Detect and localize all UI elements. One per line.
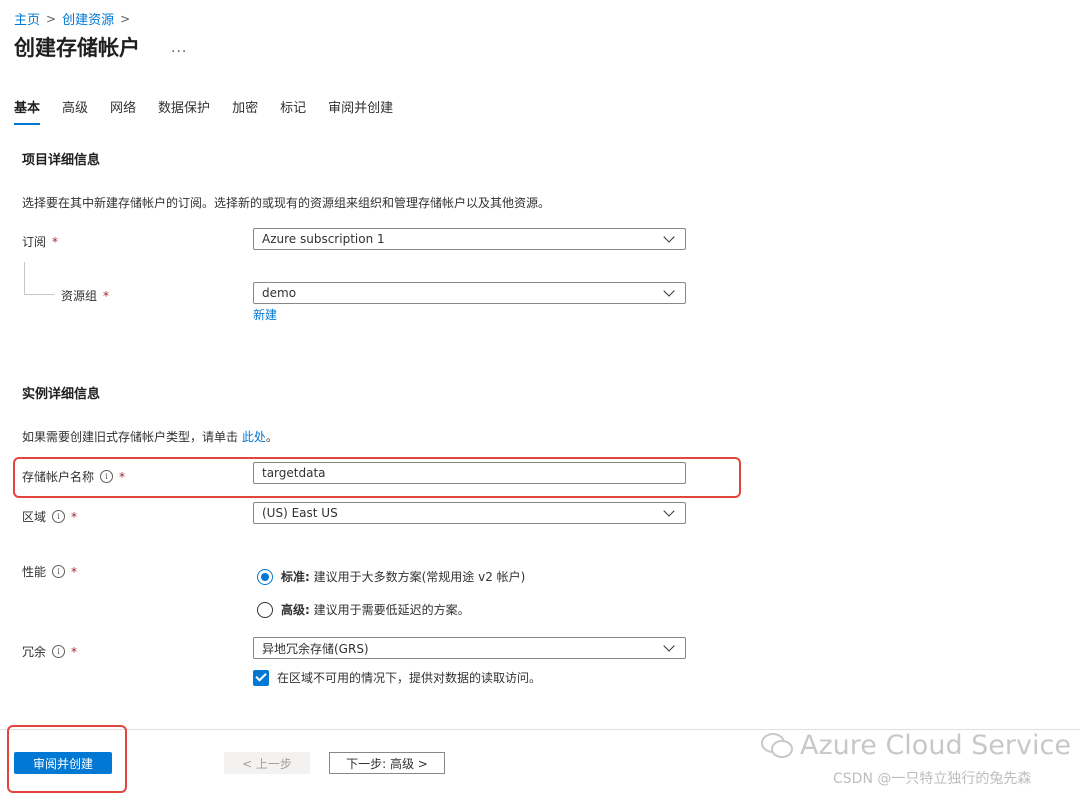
- tree-connector: [24, 262, 25, 294]
- resource-group-dropdown[interactable]: demo: [253, 282, 686, 304]
- legacy-desc-text: 如果需要创建旧式存储帐户类型，请单击: [22, 430, 239, 444]
- subscription-label: 订阅 *: [22, 233, 58, 250]
- read-access-label: 在区域不可用的情况下，提供对数据的读取访问。: [277, 671, 542, 685]
- project-details-heading: 项目详细信息: [22, 153, 101, 168]
- tab-encryption[interactable]: 加密: [232, 97, 258, 125]
- previous-button[interactable]: < 上一步: [224, 752, 310, 774]
- storage-account-name-input[interactable]: targetdata: [253, 462, 686, 484]
- wechat-icon: [761, 732, 793, 758]
- tab-review-create[interactable]: 审阅并创建: [328, 97, 393, 125]
- performance-label-text: 性能: [22, 565, 47, 579]
- storage-account-name-value: targetdata: [262, 466, 326, 480]
- resource-group-label-text: 资源组: [61, 289, 98, 303]
- redundancy-label-text: 冗余: [22, 645, 47, 659]
- radio-dot: [261, 572, 269, 581]
- region-dropdown[interactable]: (US) East US: [253, 502, 686, 524]
- tab-advanced[interactable]: 高级: [62, 97, 88, 125]
- performance-label: 性能 i *: [22, 563, 77, 580]
- required-asterisk: *: [71, 564, 78, 579]
- watermark: Azure Cloud Service: [760, 730, 1071, 761]
- review-create-button[interactable]: 审阅并创建: [14, 752, 112, 774]
- tab-networking[interactable]: 网络: [110, 97, 136, 125]
- info-icon[interactable]: i: [52, 645, 66, 658]
- legacy-desc-suffix: 。: [265, 430, 278, 444]
- tab-basics[interactable]: 基本: [14, 97, 41, 125]
- performance-premium-bold: 高级:: [281, 603, 310, 617]
- chevron-down-icon: [663, 640, 675, 652]
- redundancy-value: 异地冗余存储(GRS): [262, 641, 369, 656]
- info-icon[interactable]: i: [52, 510, 66, 523]
- storage-account-name-label: 存储帐户名称 i *: [22, 468, 125, 485]
- tab-bar: 基本 高级 网络 数据保护 加密 标记 审阅并创建: [14, 97, 415, 125]
- performance-premium-text: 高级: 建议用于需要低延迟的方案。: [281, 601, 470, 618]
- page-title: 创建存储帐户: [14, 36, 140, 60]
- redundancy-label: 冗余 i *: [22, 643, 77, 660]
- breadcrumb-create-resource-link[interactable]: 创建资源: [62, 9, 114, 28]
- performance-standard-text: 标准: 建议用于大多数方案(常规用途 v2 帐户): [281, 568, 525, 585]
- subscription-label-text: 订阅: [22, 235, 47, 249]
- storage-account-name-label-text: 存储帐户名称: [22, 470, 95, 484]
- performance-standard-desc: 建议用于大多数方案(常规用途 v2 帐户): [309, 570, 526, 584]
- watermark-text: Azure Cloud Service: [800, 730, 1071, 761]
- resource-group-value: demo: [262, 286, 297, 300]
- region-value: (US) East US: [262, 506, 338, 520]
- breadcrumb-home-link[interactable]: 主页: [14, 9, 40, 28]
- region-label-text: 区域: [22, 510, 47, 524]
- performance-standard-bold: 标准:: [281, 570, 310, 584]
- required-asterisk: *: [119, 469, 126, 484]
- project-details-description: 选择要在其中新建存储帐户的订阅。选择新的或现有的资源组来组织和管理存储帐户以及其…: [22, 196, 551, 210]
- legacy-account-link[interactable]: 此处: [242, 430, 266, 444]
- instance-details-description: 如果需要创建旧式存储帐户类型，请单击 此处。: [22, 428, 278, 445]
- info-icon[interactable]: i: [52, 565, 66, 578]
- breadcrumb-separator: >: [120, 11, 131, 26]
- instance-details-heading: 实例详细信息: [22, 387, 101, 402]
- breadcrumb-separator: >: [46, 11, 57, 26]
- required-asterisk: *: [52, 234, 59, 249]
- radio-button[interactable]: [257, 601, 273, 618]
- subscription-dropdown[interactable]: Azure subscription 1: [253, 228, 686, 250]
- subscription-value: Azure subscription 1: [262, 232, 385, 246]
- create-new-resource-group-link[interactable]: 新建: [253, 306, 277, 323]
- resource-group-label: 资源组 *: [61, 287, 109, 304]
- tree-connector: [24, 294, 54, 295]
- performance-premium-option[interactable]: 高级: 建议用于需要低延迟的方案。: [257, 601, 470, 618]
- required-asterisk: *: [103, 288, 110, 303]
- watermark-author: CSDN @一只特立独行的兔先森: [833, 771, 1032, 787]
- checkmark-icon: [255, 670, 267, 682]
- performance-premium-desc: 建议用于需要低延迟的方案。: [309, 603, 470, 617]
- chevron-down-icon: [663, 231, 675, 243]
- breadcrumb: 主页 > 创建资源 >: [14, 9, 131, 29]
- chevron-down-icon: [663, 285, 675, 297]
- performance-standard-option[interactable]: 标准: 建议用于大多数方案(常规用途 v2 帐户): [257, 568, 525, 585]
- radio-button-selected[interactable]: [257, 568, 273, 585]
- chevron-down-icon: [663, 505, 675, 517]
- tab-tags[interactable]: 标记: [280, 97, 306, 125]
- tab-data-protection[interactable]: 数据保护: [158, 97, 210, 125]
- read-access-checkbox[interactable]: [253, 669, 269, 686]
- more-options-button[interactable]: ...: [171, 40, 187, 56]
- read-access-option[interactable]: 在区域不可用的情况下，提供对数据的读取访问。: [253, 669, 541, 686]
- region-label: 区域 i *: [22, 508, 77, 525]
- required-asterisk: *: [71, 509, 78, 524]
- info-icon[interactable]: i: [100, 470, 114, 483]
- redundancy-dropdown[interactable]: 异地冗余存储(GRS): [253, 637, 686, 659]
- next-advanced-button[interactable]: 下一步: 高级 >: [329, 752, 445, 774]
- required-asterisk: *: [71, 644, 78, 659]
